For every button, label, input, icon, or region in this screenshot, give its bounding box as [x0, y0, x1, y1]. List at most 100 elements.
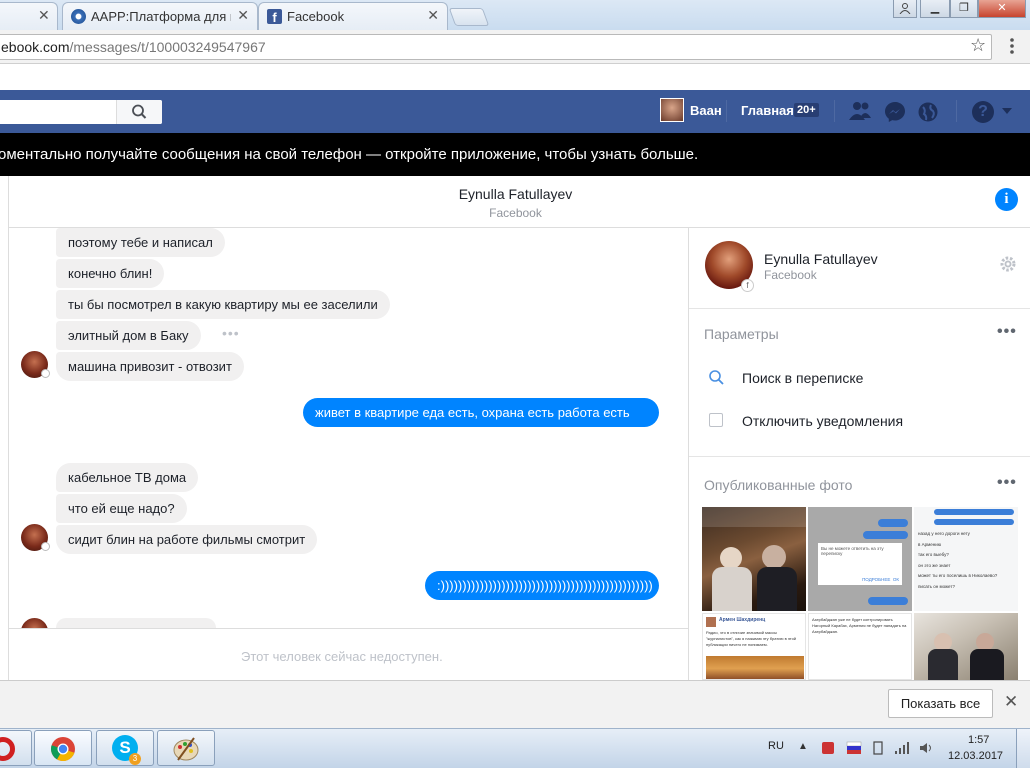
language-indicator[interactable]: RU — [768, 740, 784, 752]
tab-label: AAPP:Платформа для м — [91, 9, 231, 24]
message-bubble[interactable]: конечно блин! — [56, 259, 165, 288]
minimize-button[interactable]: ▁ — [920, 0, 950, 18]
message-bubble[interactable] — [56, 618, 216, 628]
tray-flag-icon[interactable] — [846, 740, 862, 761]
aapp-favicon-icon — [71, 9, 86, 24]
downloads-bar — [0, 680, 1030, 728]
bookmark-star-icon[interactable]: ☆ — [970, 35, 986, 56]
shared-photo[interactable]: Вы не можете ответить на эту переписку П… — [808, 507, 912, 611]
gear-icon[interactable] — [999, 255, 1017, 278]
profile-link[interactable]: Ваан — [690, 103, 722, 118]
message-bubble[interactable]: сидит блин на работе фильмы смотрит — [56, 525, 318, 554]
shared-photos-title: Опубликованные фото — [704, 477, 853, 493]
close-downloads-icon[interactable]: ✕ — [1004, 692, 1018, 712]
shared-photo[interactable]: Азербайджан уже не будет контролировать … — [808, 613, 912, 680]
photo-dialog-text: Вы не можете ответить на эту переписку — [821, 546, 884, 556]
my-message-bubble[interactable]: :)))))))))))))))))))))))))))))))))))))))… — [425, 571, 659, 600]
composer-unavailable-text: Этот человек сейчас недоступен. — [241, 649, 443, 664]
skype-taskbar-button[interactable]: S 3 — [96, 730, 154, 766]
show-desktop-button[interactable] — [1016, 729, 1030, 768]
chrome-icon — [50, 736, 76, 767]
paint-taskbar-button[interactable] — [157, 730, 215, 766]
search-button[interactable] — [116, 100, 162, 124]
facebook-badge-icon — [41, 542, 50, 551]
message-bubble[interactable]: поэтому тебе и написал — [56, 228, 225, 257]
tray-device-icon[interactable] — [870, 740, 886, 761]
contact-avatar[interactable] — [21, 618, 48, 628]
tab-facebook[interactable]: f Facebook ✕ — [258, 2, 448, 30]
tab-aapp[interactable]: AAPP:Платформа для м ✕ — [62, 2, 258, 30]
friend-requests-icon[interactable] — [848, 100, 872, 127]
photo-figure — [928, 649, 958, 680]
show-all-downloads-button[interactable]: Показать все — [888, 689, 993, 718]
message-bubble[interactable]: кабельное ТВ дома — [56, 463, 199, 492]
home-link[interactable]: Главная — [741, 103, 794, 118]
divider — [689, 308, 1030, 309]
close-window-button[interactable]: ✕ — [978, 0, 1026, 18]
browser-tab-bar: ✕ AAPP:Платформа для м ✕ f Facebook ✕ ▁ … — [0, 0, 1030, 30]
maximize-button[interactable]: ❐ — [950, 0, 978, 18]
clock-date[interactable]: 12.03.2017 — [948, 750, 1003, 762]
user-icon[interactable] — [893, 0, 917, 18]
user-avatar[interactable] — [660, 98, 684, 122]
tray-icon[interactable] — [820, 740, 836, 761]
my-message-bubble[interactable]: живет в квартире еда есть, охрана есть р… — [303, 398, 659, 427]
shared-photo[interactable]: Армен Шахдиренц Радио, что в отличие зна… — [702, 613, 806, 680]
new-tab-button[interactable] — [448, 8, 490, 26]
message-actions-icon[interactable]: ••• — [222, 325, 240, 341]
photo-figure — [712, 567, 752, 611]
tab-label: Facebook — [287, 9, 345, 24]
message-bubble[interactable]: что ей еще надо? — [56, 494, 187, 523]
photo-bubble — [934, 509, 1014, 515]
network-icon[interactable] — [894, 740, 910, 761]
menu-icon[interactable] — [1006, 36, 1018, 56]
more-options-icon[interactable]: ••• — [997, 474, 1017, 492]
url-path: /messages/t/100003249547967 — [69, 39, 266, 55]
opera-taskbar-button[interactable] — [0, 730, 32, 766]
message-bubble[interactable]: машина привозит - отвозит — [56, 352, 244, 381]
url-input[interactable]: ebook.com/messages/t/100003249547967 — [0, 34, 992, 60]
mute-notifications-label[interactable]: Отключить уведомления — [742, 413, 903, 429]
url-host: ebook.com — [1, 39, 70, 55]
photo-dialog-buttons: ПОДРОБНЕЕ ОК — [862, 577, 899, 582]
nav-divider — [834, 100, 835, 122]
facebook-favicon-icon: f — [267, 9, 282, 25]
message-bubble[interactable]: ты бы посмотрел в какую квартиру мы ее з… — [56, 290, 390, 319]
search-in-conversation-link[interactable]: Поиск в переписке — [742, 370, 863, 386]
info-icon[interactable]: i — [995, 188, 1018, 211]
conversation-title[interactable]: Eynulla Fatullayev — [9, 186, 1022, 202]
shared-photo[interactable]: назад у него дороги нету в Армению так е… — [914, 507, 1018, 611]
mute-checkbox[interactable] — [709, 413, 723, 427]
photo-bubble — [934, 519, 1014, 525]
message-list[interactable]: поэтому тебе и написал конечно блин! ты … — [8, 228, 688, 628]
clock-time[interactable]: 1:57 — [968, 734, 989, 746]
chrome-taskbar-button[interactable] — [34, 730, 92, 766]
chevron-down-icon[interactable] — [1002, 108, 1012, 114]
photo-figure — [762, 545, 786, 569]
tab-close-icon[interactable]: ✕ — [38, 7, 50, 24]
shared-photo[interactable] — [702, 507, 806, 611]
contact-name[interactable]: Eynulla Fatullayev — [764, 251, 878, 267]
help-icon[interactable]: ? — [972, 101, 994, 123]
shared-photo[interactable] — [914, 613, 1018, 680]
photo-chat-line: он это же знает — [918, 562, 951, 568]
tab-close-icon[interactable]: ✕ — [427, 7, 439, 24]
photo-chat-line: писать он может? — [918, 583, 955, 589]
photo-chat-line: назад у него дороги нету — [918, 531, 970, 536]
opera-icon — [0, 737, 15, 761]
notifications-globe-icon[interactable] — [917, 101, 939, 128]
message-bubble[interactable]: элитный дом в Баку — [56, 321, 201, 350]
messenger-icon[interactable] — [884, 101, 906, 128]
photo-author: Армен Шахдиренц — [719, 617, 766, 623]
more-options-icon[interactable]: ••• — [997, 323, 1017, 341]
photo-highlight — [702, 507, 806, 527]
show-hidden-icons[interactable]: ▲ — [798, 741, 808, 752]
conversation-info-panel: f Eynulla Fatullayev Facebook Параметры … — [688, 228, 1030, 680]
photo-figure — [970, 649, 1004, 680]
tab-previous[interactable]: ✕ — [0, 2, 58, 30]
tab-close-icon[interactable]: ✕ — [237, 7, 249, 24]
photo-image — [706, 656, 804, 679]
photo-bubble — [878, 519, 908, 527]
volume-icon[interactable] — [918, 740, 934, 761]
nav-divider — [726, 100, 727, 122]
